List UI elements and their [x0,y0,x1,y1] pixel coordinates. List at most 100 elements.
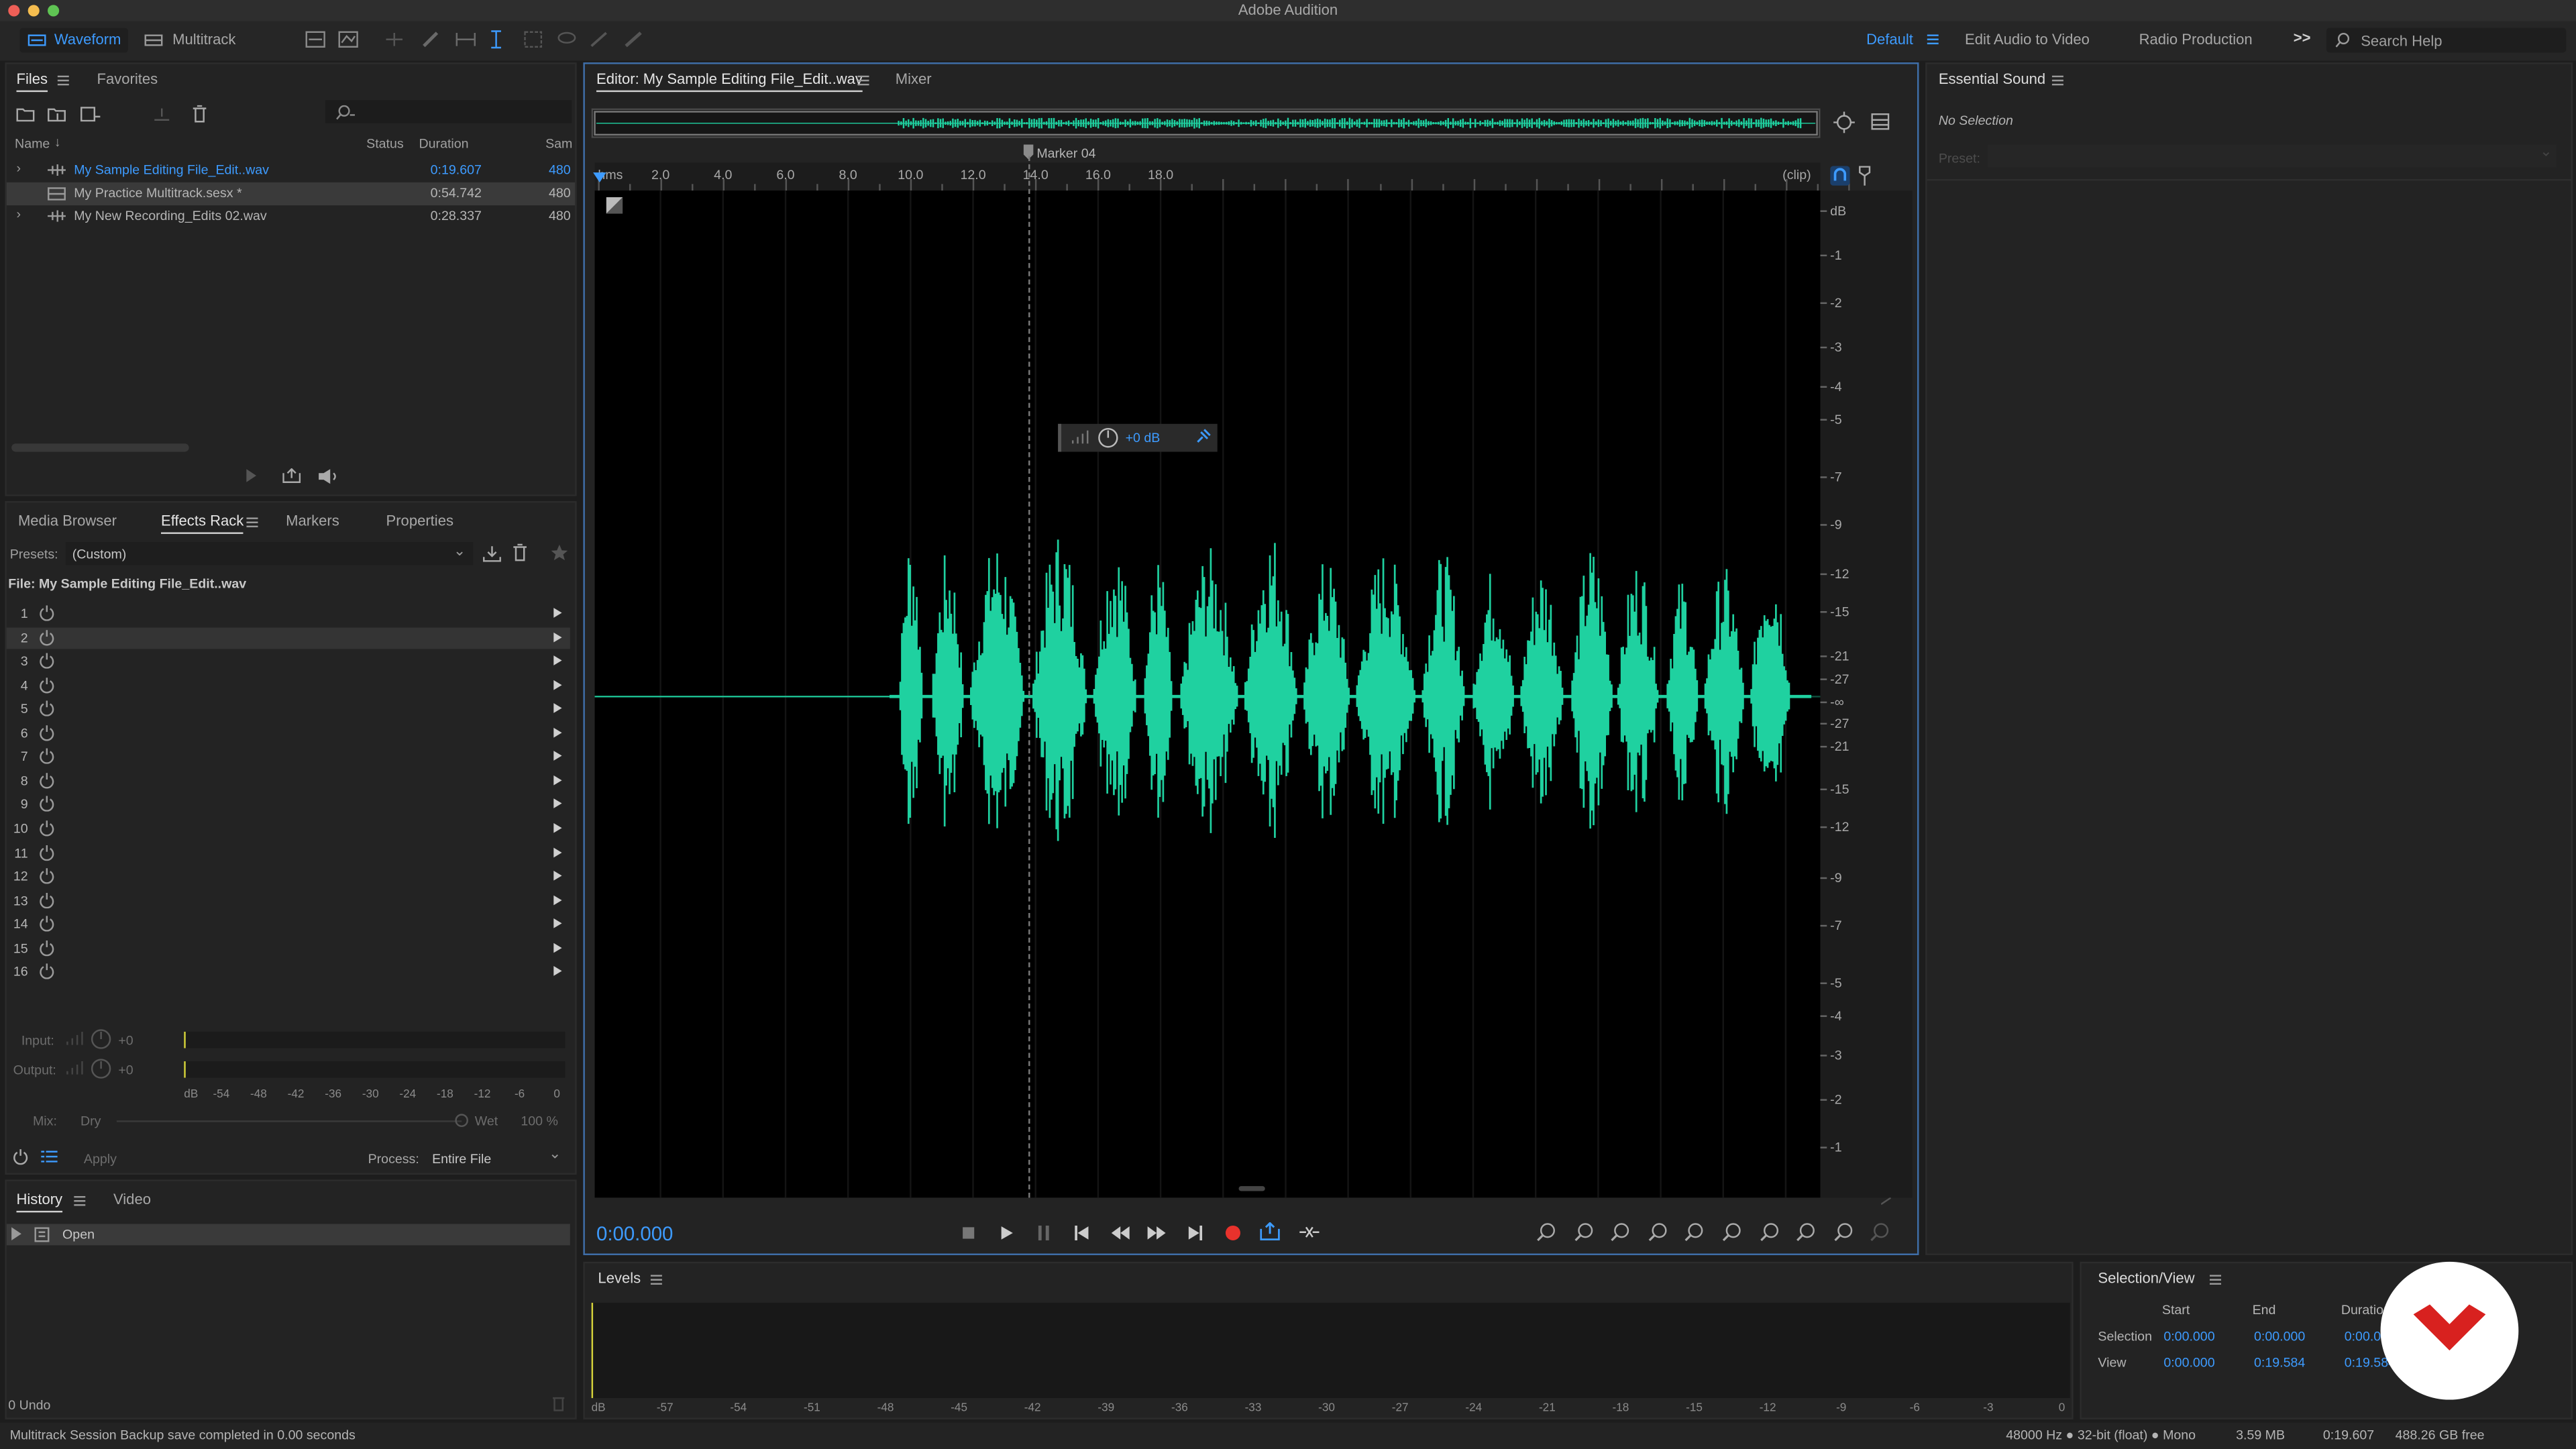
waveform-view-button[interactable]: Waveform [19,28,129,53]
selection-view-title[interactable]: Selection/View [2098,1270,2194,1286]
effect-slot[interactable]: 4 [7,675,570,696]
view-start[interactable]: 0:00.000 [2163,1355,2214,1370]
file-row[interactable]: My Practice Multitrack.sesx * 0:54.742 4… [6,182,576,206]
slot-expand-arrow-icon[interactable] [553,942,562,953]
autoplay-icon[interactable] [317,468,340,484]
rack-power-icon[interactable] [13,1148,28,1165]
rewind-button[interactable] [1111,1226,1130,1240]
zoom-out-amplitude-icon[interactable] [1573,1221,1595,1242]
column-duration[interactable]: Duration [419,136,468,151]
slot-expand-arrow-icon[interactable] [553,822,562,833]
time-selection-tool-icon[interactable] [490,30,503,49]
zoom-in-amplitude-icon[interactable] [1536,1221,1558,1242]
history-menu-icon[interactable] [74,1195,86,1206]
effect-slot[interactable]: 14 [7,914,570,935]
workspace-default[interactable]: Default [1866,32,1913,48]
slot-expand-arrow-icon[interactable] [553,703,562,714]
snap-magnet-icon[interactable] [1830,166,1850,186]
marquee-tool-icon[interactable] [524,31,543,48]
view-end[interactable]: 0:19.584 [2254,1355,2305,1370]
column-status[interactable]: Status [366,136,404,151]
effect-slot[interactable]: 3 [7,651,570,672]
slot-power-icon[interactable] [40,820,54,837]
effect-slot[interactable]: 11 [7,842,570,863]
editor-menu-icon[interactable] [857,75,869,86]
effect-slot[interactable]: 8 [7,770,570,792]
delete-file-icon[interactable] [193,105,207,123]
column-sample[interactable]: Sam [545,136,572,151]
essential-sound-title[interactable]: Essential Sound [1939,70,2045,87]
slot-expand-arrow-icon[interactable] [553,680,562,690]
slot-expand-arrow-icon[interactable] [553,727,562,737]
multitrack-view-button[interactable]: Multitrack [138,28,247,53]
file-row[interactable]: › My Sample Editing File_Edit..wav 0:19.… [7,160,575,182]
hud-pin-icon[interactable] [1194,429,1211,445]
selection-view-menu-icon[interactable] [2209,1275,2222,1285]
vertical-zoom-icon[interactable] [1881,1197,1891,1205]
selection-start[interactable]: 0:00.000 [2163,1329,2214,1344]
slot-power-icon[interactable] [40,629,54,645]
save-preset-icon[interactable] [483,545,501,562]
process-dropdown[interactable]: Entire File ⌄ [427,1145,567,1168]
slot-expand-arrow-icon[interactable] [553,966,562,977]
file-row[interactable]: › My New Recording_Edits 02.wav 0:28.337… [7,205,575,228]
slot-expand-arrow-icon[interactable] [553,751,562,761]
play-button[interactable] [1000,1226,1014,1240]
slot-power-icon[interactable] [40,867,54,884]
zoom-all-tracks-icon[interactable] [1833,1221,1855,1242]
effect-slot[interactable]: 10 [7,818,570,839]
overview-options-icon[interactable] [1871,113,1890,130]
open-file-icon[interactable] [16,107,35,122]
column-name[interactable]: Name [15,136,50,151]
slip-tool-icon[interactable] [455,32,476,48]
history-item[interactable]: Open [6,1224,570,1246]
current-time-display[interactable]: 0:00.000 [596,1222,673,1245]
slot-expand-arrow-icon[interactable] [553,631,562,642]
loop-playback-button[interactable] [1260,1222,1280,1240]
preset-dropdown[interactable]: ⌄ [1988,143,2557,168]
overview-navigator[interactable] [591,108,1821,138]
effect-slot[interactable]: 5 [7,698,570,720]
tab-video[interactable]: Video [113,1191,151,1208]
delete-preset-icon[interactable] [513,543,527,562]
spectral-pitch-icon[interactable] [338,31,358,48]
essential-sound-menu-icon[interactable] [2051,75,2063,86]
effect-slot[interactable]: 9 [7,794,570,816]
files-horizontal-scrollbar[interactable] [11,443,189,452]
mix-slider-thumb[interactable] [455,1114,468,1128]
slot-expand-arrow-icon[interactable] [553,918,562,929]
slot-power-icon[interactable] [40,652,54,669]
move-to-previous-button[interactable] [1075,1225,1089,1240]
waveform-display[interactable]: +0 dB [594,191,1821,1198]
effect-slot[interactable]: 7 [7,747,570,768]
horizontal-scroll-handle[interactable] [1238,1186,1265,1191]
slot-expand-arrow-icon[interactable] [553,894,562,905]
fast-forward-button[interactable] [1146,1226,1166,1240]
fade-handle-icon[interactable] [606,197,623,214]
zoom-in-end-icon[interactable] [1759,1221,1780,1242]
hud-volume-knob-icon[interactable] [1097,427,1119,449]
apply-button[interactable]: Apply [84,1152,117,1167]
input-gain-knob-icon[interactable] [91,1028,112,1050]
tab-effects-rack[interactable]: Effects Rack [161,513,245,534]
zoom-navigator-icon[interactable] [1833,111,1855,133]
playhead[interactable] [593,172,606,182]
stop-button[interactable] [963,1227,975,1239]
move-to-next-button[interactable] [1188,1225,1203,1240]
slot-expand-arrow-icon[interactable] [553,608,562,618]
tab-history[interactable]: History [16,1191,63,1213]
move-tool-icon[interactable] [384,32,404,48]
zoom-fit-icon[interactable] [1870,1221,1892,1242]
effect-slot[interactable]: 15 [7,938,570,959]
output-gain-knob-icon[interactable] [91,1058,112,1079]
slot-power-icon[interactable] [40,915,54,932]
zoom-in-start-icon[interactable] [1722,1221,1743,1242]
effect-slot[interactable]: 16 [7,961,570,983]
slot-power-icon[interactable] [40,963,54,980]
effect-slot[interactable]: 13 [7,890,570,911]
selection-end[interactable]: 0:00.000 [2254,1329,2305,1344]
workspace-edit-audio-to-video[interactable]: Edit Audio to Video [1965,32,2090,48]
lasso-tool-icon[interactable] [557,32,576,48]
loop-preview-icon[interactable] [282,468,301,484]
slot-expand-arrow-icon[interactable] [553,871,562,881]
